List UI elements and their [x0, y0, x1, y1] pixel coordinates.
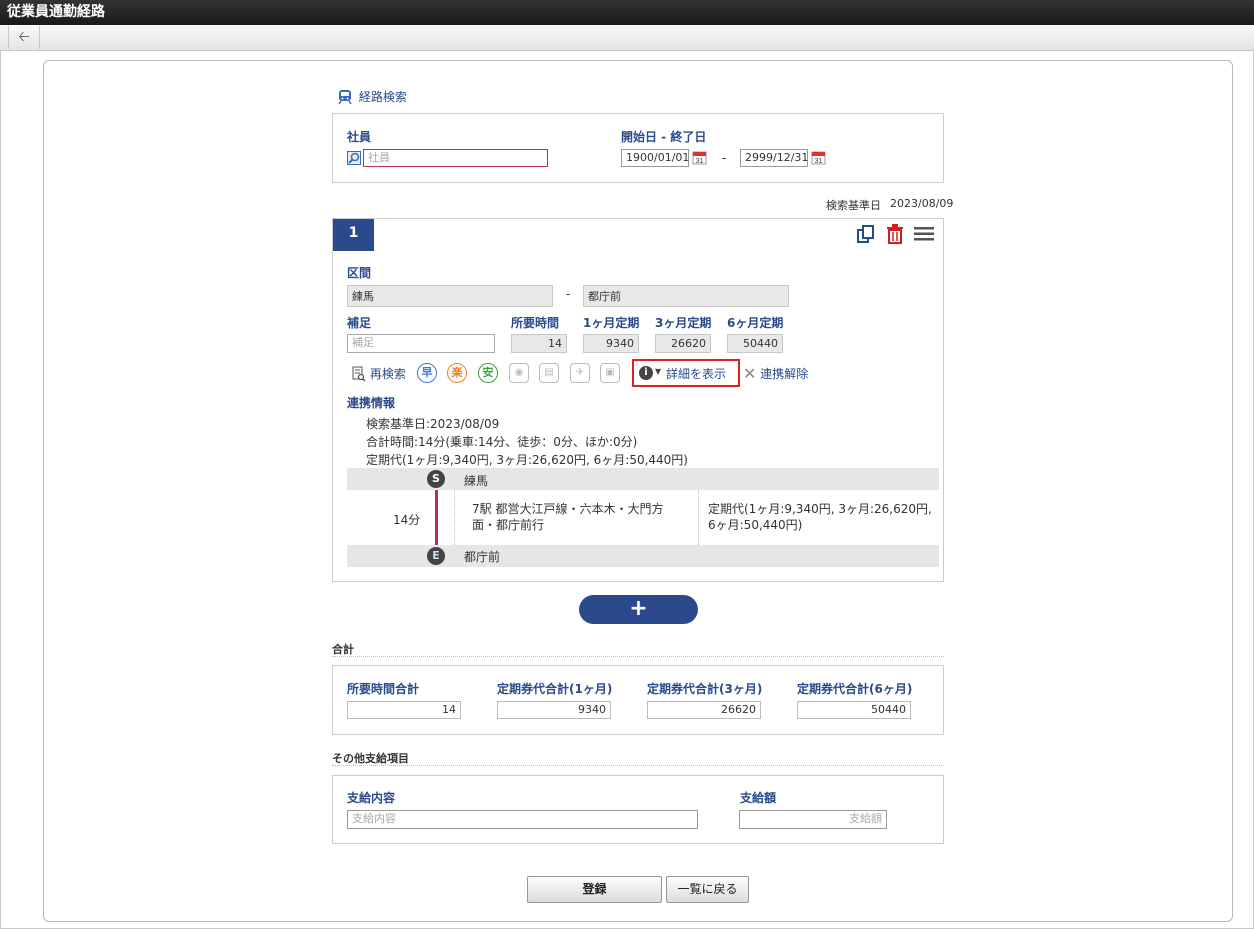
info-icon: i — [639, 366, 653, 380]
start-date-input[interactable]: 1900/01/01 — [621, 149, 689, 167]
segment-divider — [454, 490, 455, 545]
plane-mode-icon[interactable]: ✈ — [570, 363, 590, 383]
fast-route-icon[interactable]: 早 — [417, 363, 437, 383]
total-p3-label: 定期券代合計(3ヶ月) — [647, 682, 763, 696]
total-p1-value: 9340 — [497, 701, 611, 719]
supplement-input[interactable]: 補足 — [347, 334, 495, 353]
train-mode-icon[interactable]: ◉ — [509, 363, 529, 383]
bus-mode-icon[interactable]: ▣ — [600, 363, 620, 383]
route-line — [435, 490, 438, 545]
time-value: 14 — [511, 334, 567, 353]
to-station-field: 都庁前 — [583, 285, 789, 307]
cheap-route-icon[interactable]: 安 — [478, 363, 498, 383]
segment-time: 14分 — [393, 513, 421, 527]
copy-icon[interactable] — [856, 224, 876, 247]
pass6-value: 50440 — [727, 334, 783, 353]
total-time-label: 所要時間合計 — [347, 682, 420, 696]
route-search-label: 経路検索 — [358, 90, 407, 104]
arrow-left-icon: 🡠 — [18, 29, 30, 45]
employee-label: 社員 — [347, 130, 372, 144]
end-date-input[interactable]: 2999/12/31 — [740, 149, 808, 167]
pass1-value: 9340 — [583, 334, 639, 353]
close-icon: ✕ — [743, 364, 757, 383]
segment-fare: 定期代(1ヶ月:9,340円, 3ヶ月:26,620円, 6ヶ月:50,440円… — [708, 502, 932, 532]
info-line: 検索基準日:2023/08/09 — [366, 417, 500, 431]
calendar-icon[interactable]: 31 — [811, 150, 826, 168]
content-label: 支給内容 — [347, 791, 396, 805]
time-label: 所要時間 — [511, 316, 560, 330]
unlink-button[interactable]: ✕ 連携解除 — [743, 364, 809, 383]
totals-title: 合計 — [332, 643, 354, 656]
route-search-link[interactable]: 経路検索 — [338, 88, 407, 106]
content-input[interactable]: 支給内容 — [347, 810, 698, 829]
other-title: その他支給項目 — [332, 752, 409, 765]
express-mode-icon[interactable]: ▤ — [539, 363, 559, 383]
total-p1-label: 定期券代合計(1ヶ月) — [497, 682, 613, 696]
section-dash: - — [566, 287, 571, 301]
segment-line: 7駅 都営大江戸線・六本木・大門方面・都庁前行 — [472, 502, 664, 532]
period-label: 開始日 - 終了日 — [621, 130, 707, 144]
total-p6-value: 50440 — [797, 701, 911, 719]
section-label: 区間 — [347, 266, 372, 280]
total-time-value: 14 — [347, 701, 461, 719]
calendar-icon[interactable]: 31 — [692, 150, 707, 168]
divider — [332, 765, 944, 766]
link-info-label: 連携情報 — [347, 396, 396, 410]
supplement-label: 補足 — [347, 316, 372, 330]
pass3-value: 26620 — [655, 334, 711, 353]
easy-route-icon[interactable]: 楽 — [447, 363, 467, 383]
show-details-button[interactable]: i ▼ 詳細を表示 — [632, 359, 740, 387]
search-criteria-box — [332, 113, 944, 183]
route-number-tab: 1 — [333, 219, 374, 251]
start-badge: S — [427, 470, 445, 488]
divider — [332, 656, 944, 657]
back-button[interactable]: 🡠 — [8, 26, 40, 49]
train-icon — [338, 89, 352, 104]
magnifier-icon[interactable] — [347, 151, 361, 165]
info-line: 定期代(1ヶ月:9,340円, 3ヶ月:26,620円, 6ヶ月:50,440円… — [366, 453, 688, 467]
amount-label: 支給額 — [740, 791, 777, 805]
svg-text:31: 31 — [696, 158, 704, 165]
show-details-label: 詳細を表示 — [666, 367, 727, 381]
totals-box — [332, 665, 944, 735]
pass1-label: 1ヶ月定期 — [583, 316, 640, 330]
end-badge: E — [427, 547, 445, 565]
from-station-field: 練馬 — [347, 285, 553, 307]
register-button[interactable]: 登録 — [527, 876, 662, 903]
period-separator: - — [722, 151, 727, 165]
research-button[interactable]: 再検索 — [352, 365, 406, 385]
research-label: 再検索 — [369, 367, 406, 381]
total-p6-label: 定期券代合計(6ヶ月) — [797, 682, 913, 696]
toolbar: 🡠 — [0, 25, 1254, 51]
add-route-button[interactable]: + — [579, 595, 698, 624]
amount-input[interactable]: 支給額 — [739, 810, 887, 829]
end-station-name: 都庁前 — [464, 550, 501, 564]
svg-text:31: 31 — [815, 158, 823, 165]
info-line: 合計時間:14分(乗車:14分、徒歩：0分、ほか:0分) — [366, 435, 638, 449]
app-title: 従業員通勤経路 — [0, 0, 1254, 25]
total-p3-value: 26620 — [647, 701, 761, 719]
base-date-value: 2023/08/09 — [890, 197, 954, 210]
start-station-name: 練馬 — [464, 474, 489, 488]
back-to-list-button[interactable]: 一覧に戻る — [666, 876, 749, 903]
employee-input[interactable]: 社員 — [363, 149, 548, 167]
base-date-label: 検索基準日 — [826, 199, 881, 212]
pass3-label: 3ヶ月定期 — [655, 316, 712, 330]
dropdown-caret-icon: ▼ — [655, 367, 662, 376]
unlink-label: 連携解除 — [760, 367, 809, 381]
document-search-icon — [352, 366, 366, 382]
pass6-label: 6ヶ月定期 — [727, 316, 784, 330]
menu-icon[interactable] — [914, 226, 934, 245]
segment-divider — [698, 490, 699, 545]
trash-icon[interactable] — [886, 224, 904, 247]
